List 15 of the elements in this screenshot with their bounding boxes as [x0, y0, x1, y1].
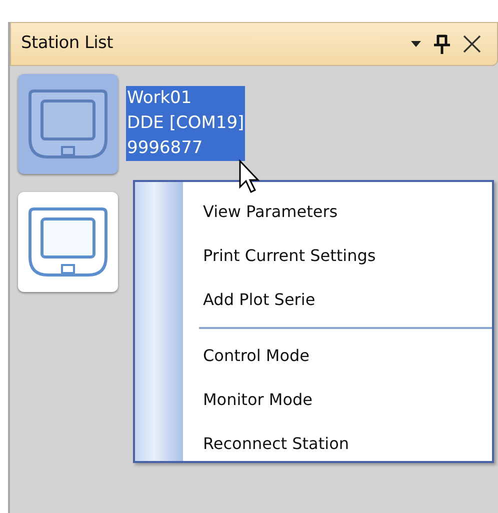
- menu-item[interactable]: Reconnect Station: [183, 422, 349, 466]
- monitor-icon: [28, 87, 108, 161]
- pin-icon: [433, 34, 451, 54]
- station-tile[interactable]: [18, 192, 118, 292]
- station-label: Work01 DDE [COM19] 9996877: [126, 86, 246, 161]
- menu-item[interactable]: Add Plot Serie: [183, 278, 316, 322]
- close-icon: [463, 35, 481, 53]
- menu-item[interactable]: View Parameters: [183, 190, 338, 234]
- panel-title: Station List: [21, 32, 114, 56]
- menu-item[interactable]: Monitor Mode: [183, 378, 312, 422]
- caret-icon: [411, 41, 421, 47]
- station-tile[interactable]: [18, 74, 118, 174]
- monitor-icon: [28, 205, 108, 279]
- menu-item[interactable]: Control Mode: [183, 334, 310, 378]
- menu-item[interactable]: Print Current Settings: [183, 234, 376, 278]
